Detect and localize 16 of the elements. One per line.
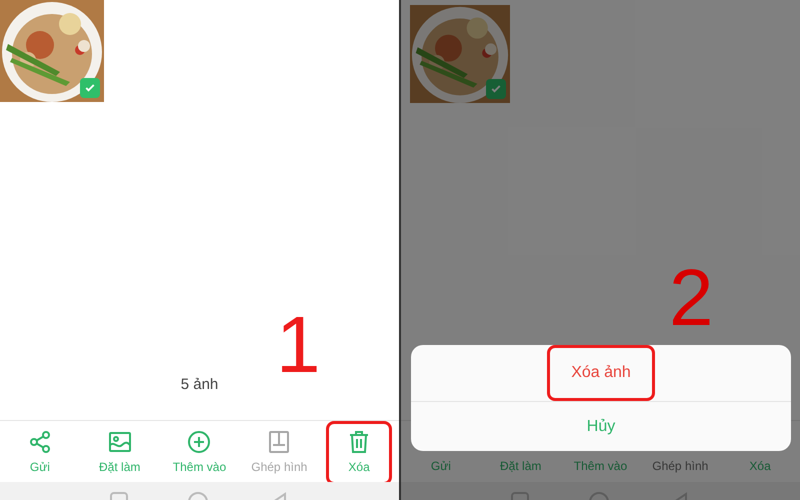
image-icon: [108, 430, 132, 454]
check-icon: [84, 82, 96, 94]
share-icon: [28, 430, 52, 454]
step-number: 1: [276, 305, 320, 385]
sheet-action[interactable]: Xóa ảnh: [547, 345, 655, 401]
checkbox[interactable]: [80, 78, 100, 98]
collage-icon: [267, 430, 292, 454]
photo-count: 5 ảnh: [180, 374, 218, 394]
sheet-action[interactable]: Hủy: [547, 404, 655, 450]
toolbar-button[interactable]: Đặt làm: [82, 425, 158, 481]
check-icon: [490, 83, 502, 95]
toolbar-button[interactable]: Gửi: [2, 425, 78, 481]
step-number: 2: [669, 258, 714, 338]
toolbar-button[interactable]: Thêm vào: [161, 425, 238, 481]
checkbox[interactable]: [486, 79, 506, 99]
plus-circle-icon: [187, 430, 212, 454]
